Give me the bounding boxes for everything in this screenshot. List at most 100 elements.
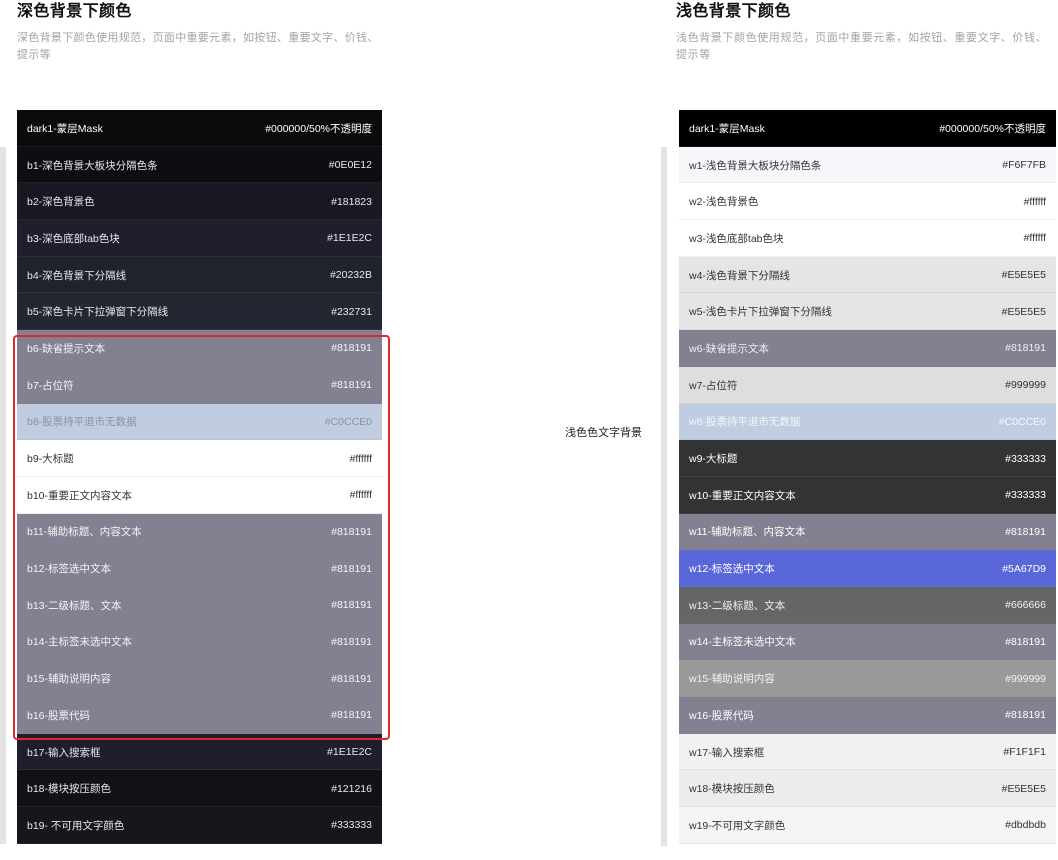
color-row: b4-深色背景下分隔线 #20232B bbox=[17, 256, 382, 294]
color-row-value: #1E1E2C bbox=[327, 232, 372, 245]
color-row-value: #818191 bbox=[1005, 635, 1046, 648]
color-row-value: #E5E5E5 bbox=[1001, 782, 1046, 795]
color-row-value: #333333 bbox=[331, 819, 372, 832]
color-row-label: w10-重要正文内容文本 bbox=[689, 489, 796, 502]
color-row-label: w8-股票持平退市无数据 bbox=[689, 416, 801, 429]
color-row: w7-占位符 #999999 bbox=[679, 366, 1056, 404]
color-row-value: #5A67D9 bbox=[1002, 562, 1046, 575]
color-row-value: #C0CCE0 bbox=[324, 415, 372, 428]
color-row: w9-大标题 #333333 bbox=[679, 440, 1056, 477]
color-row-value: #000000/50%不透明度 bbox=[265, 122, 372, 135]
color-row-label: b7-占位符 bbox=[27, 379, 74, 392]
color-row-label: w18-模块按压颜色 bbox=[689, 783, 775, 796]
color-row-label: b16-股票代码 bbox=[27, 709, 91, 722]
color-row: w18-模块按压颜色 #E5E5E5 bbox=[679, 770, 1056, 808]
color-row-label: w13-二级标题、文本 bbox=[689, 599, 786, 612]
color-row-label: b9-大标题 bbox=[27, 453, 74, 466]
color-row-value: #818191 bbox=[331, 672, 372, 685]
color-row-label: b11-辅助标题、内容文本 bbox=[27, 526, 142, 539]
color-row-value: #818191 bbox=[331, 525, 372, 538]
color-row: w4-浅色背景下分隔线 #E5E5E5 bbox=[679, 256, 1056, 294]
color-row-value: #F1F1F1 bbox=[1003, 746, 1046, 759]
color-row: w16-股票代码 #818191 bbox=[679, 697, 1056, 734]
color-row-label: b6-缺省提示文本 bbox=[27, 342, 106, 355]
color-row: w17-输入搜索框 #F1F1F1 bbox=[679, 733, 1056, 771]
light-panel-description: 浅色背景下颜色使用规范，页面中重要元素，如按钮、重要文字、价钱、提示等 bbox=[676, 32, 1048, 61]
color-row: w15-辅助说明内容 #999999 bbox=[679, 660, 1056, 697]
color-row-value: #20232B bbox=[329, 269, 372, 282]
color-row-value: #666666 bbox=[1005, 599, 1046, 612]
color-row-label: w1-浅色背景大板块分隔色条 bbox=[689, 159, 822, 172]
color-row-label: w9-大标题 bbox=[689, 453, 738, 466]
color-row: b14-主标签未选中文本 #818191 bbox=[17, 623, 382, 661]
color-row-label: dark1-蒙层Mask bbox=[689, 122, 765, 135]
light-color-table: dark1-蒙层Mask #000000/50%不透明度 w1-浅色背景大板块分隔色… bbox=[679, 110, 1056, 844]
color-row-value: #F6F7FB bbox=[1002, 159, 1046, 172]
color-row: w19-不可用文字颜色 #dbdbdb bbox=[679, 807, 1056, 844]
color-row: w11-辅助标题、内容文本 #818191 bbox=[679, 513, 1056, 551]
color-row-value: #818191 bbox=[331, 599, 372, 612]
color-row-label: w17-输入搜索框 bbox=[689, 746, 765, 759]
color-row: b17-输入搜索框 #1E1E2C bbox=[17, 733, 382, 771]
color-row-value: #dbdbdb bbox=[1005, 819, 1046, 832]
color-row: b15-辅助说明内容 #818191 bbox=[17, 660, 382, 697]
color-row-label: b1-深色背景大板块分隔色条 bbox=[27, 159, 158, 172]
color-row: b1-深色背景大板块分隔色条 #0E0E12 bbox=[17, 146, 382, 184]
color-row-label: b2-深色背景色 bbox=[27, 196, 95, 209]
left-side-divider bbox=[0, 147, 6, 844]
color-row-value: #ffffff bbox=[1023, 232, 1046, 245]
color-row-value: #000000/50%不透明度 bbox=[939, 122, 1046, 135]
color-row-value: #818191 bbox=[1005, 709, 1046, 722]
color-row-value: #E5E5E5 bbox=[1001, 305, 1046, 318]
color-row-label: b12-标签选中文本 bbox=[27, 563, 112, 576]
color-row: b5-深色卡片下拉弹窗下分隔线 #232731 bbox=[17, 293, 382, 331]
color-row: w3-浅色底部tab色块 #ffffff bbox=[679, 220, 1056, 257]
color-row: b6-缺省提示文本 #818191 bbox=[17, 330, 382, 367]
color-row: dark1-蒙层Mask #000000/50%不透明度 bbox=[679, 110, 1056, 147]
color-row-label: w19-不可用文字颜色 bbox=[689, 819, 786, 832]
color-row-label: w15-辅助说明内容 bbox=[689, 673, 775, 686]
dark-panel-title: 深色背景下颜色 bbox=[17, 3, 132, 20]
light-panel-title: 浅色背景下颜色 bbox=[676, 3, 791, 20]
color-row-label: w5-浅色卡片下拉弹窗下分隔线 bbox=[689, 306, 832, 319]
color-row-value: #999999 bbox=[1005, 672, 1046, 685]
color-row-value: #C0CCE0 bbox=[998, 415, 1046, 428]
color-row-label: w3-浅色底部tab色块 bbox=[689, 232, 784, 245]
color-row-value: #818191 bbox=[1005, 525, 1046, 538]
color-row-label: b10-重要正文内容文本 bbox=[27, 489, 133, 502]
right-side-divider bbox=[661, 147, 667, 846]
color-row-label: dark1-蒙层Mask bbox=[27, 122, 103, 135]
color-row-label: b18-模块按压颜色 bbox=[27, 783, 112, 796]
color-row-label: b4-深色背景下分隔线 bbox=[27, 269, 127, 282]
color-row: b12-标签选中文本 #818191 bbox=[17, 550, 382, 587]
color-row-label: w16-股票代码 bbox=[689, 709, 754, 722]
color-row-value: #E5E5E5 bbox=[1001, 269, 1046, 282]
color-row-value: #818191 bbox=[1005, 342, 1046, 355]
color-row: w12-标签选中文本 #5A67D9 bbox=[679, 550, 1056, 587]
color-row-label: w11-辅助标题、内容文本 bbox=[689, 526, 806, 539]
color-row-label: b15-辅助说明内容 bbox=[27, 673, 112, 686]
color-row-label: w14-主标签未选中文本 bbox=[689, 636, 796, 649]
color-row: w13-二级标题、文本 #666666 bbox=[679, 586, 1056, 624]
color-row-value: #333333 bbox=[1005, 452, 1046, 465]
color-row-label: b19- 不可用文字颜色 bbox=[27, 819, 125, 832]
color-row-label: b3-深色底部tab色块 bbox=[27, 232, 120, 245]
color-row: w1-浅色背景大板块分隔色条 #F6F7FB bbox=[679, 146, 1056, 184]
light-text-background-label: 浅色色文字背景 bbox=[565, 427, 642, 439]
color-row: b16-股票代码 #818191 bbox=[17, 697, 382, 734]
color-row: w10-重要正文内容文本 #333333 bbox=[679, 476, 1056, 514]
color-row: b3-深色底部tab色块 #1E1E2C bbox=[17, 220, 382, 257]
color-row-value: #121216 bbox=[331, 782, 372, 795]
color-row: w14-主标签未选中文本 #818191 bbox=[679, 623, 1056, 661]
color-row: b13-二级标题、文本 #818191 bbox=[17, 586, 382, 624]
color-row-label: b8-股票持平退市无数据 bbox=[27, 416, 137, 429]
color-row-value: #818191 bbox=[331, 635, 372, 648]
color-row-label: w7-占位符 bbox=[689, 379, 738, 392]
color-row: b8-股票持平退市无数据 #C0CCE0 bbox=[17, 403, 382, 441]
color-row: w8-股票持平退市无数据 #C0CCE0 bbox=[679, 403, 1056, 441]
color-row-value: #ffffff bbox=[349, 452, 372, 465]
color-row-label: w12-标签选中文本 bbox=[689, 563, 775, 576]
color-row: b7-占位符 #818191 bbox=[17, 366, 382, 404]
color-row-value: #818191 bbox=[331, 342, 372, 355]
color-row-value: #ffffff bbox=[349, 489, 372, 502]
